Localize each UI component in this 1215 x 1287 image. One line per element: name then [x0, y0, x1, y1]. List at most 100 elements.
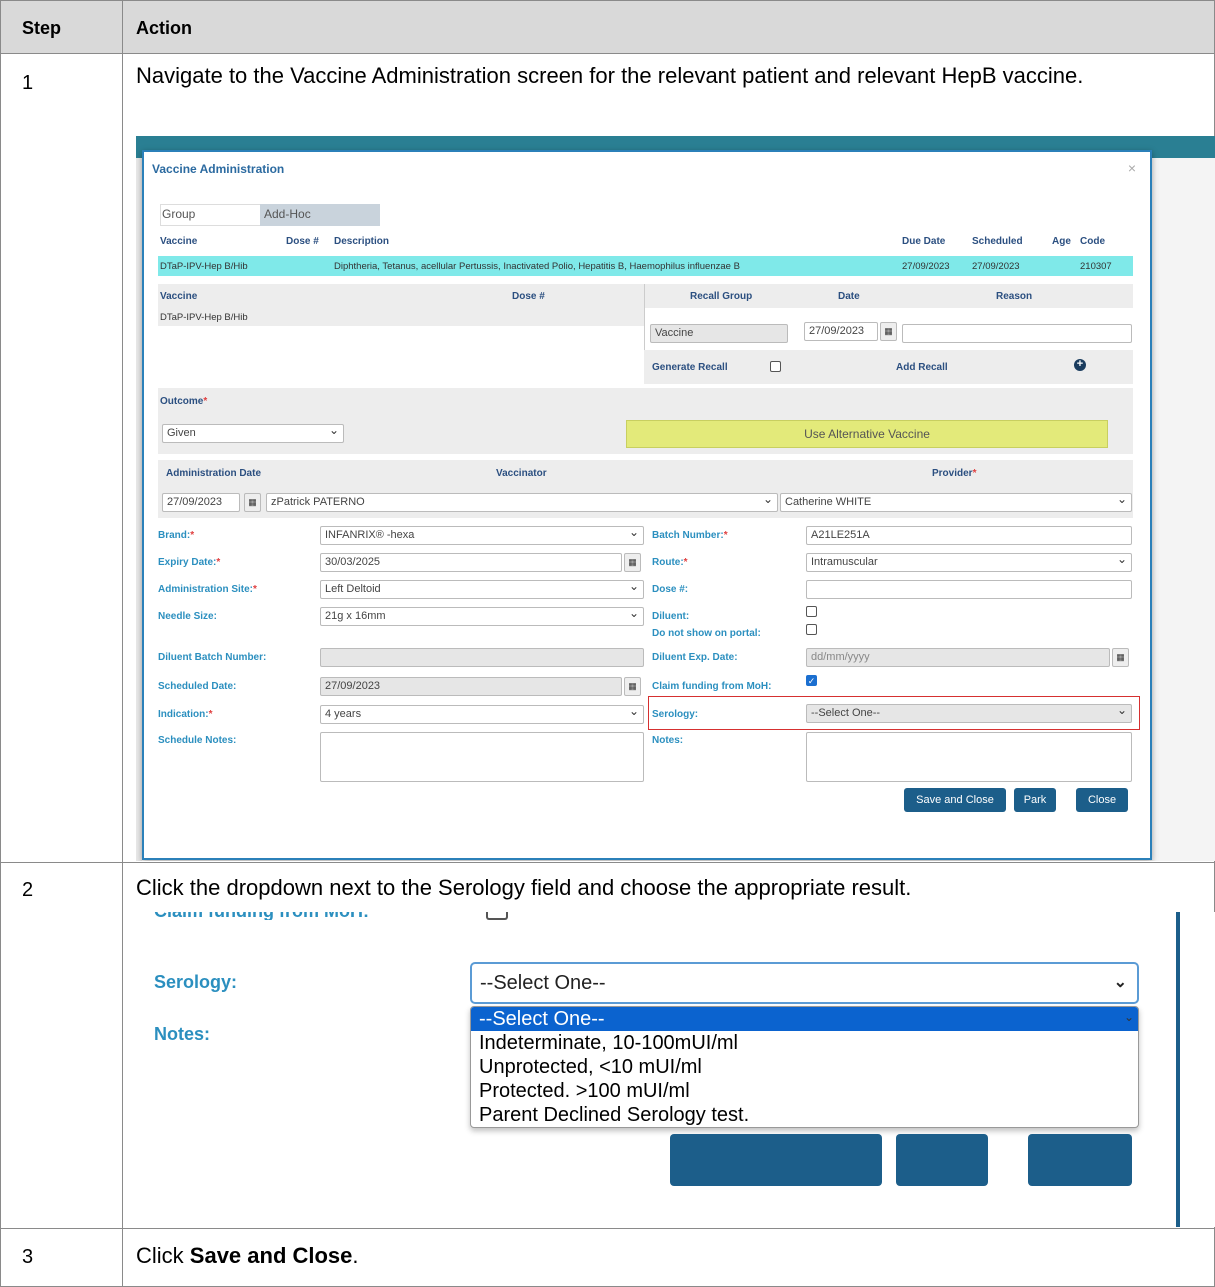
add-recall-label: Add Recall — [896, 362, 948, 373]
admin-header-bar — [158, 460, 1133, 486]
park-button[interactable]: Park — [1014, 788, 1056, 812]
action-column-header: Action — [136, 18, 192, 38]
notes-textarea[interactable] — [806, 732, 1132, 782]
option-protected[interactable]: Protected. >100 mUI/ml — [471, 1079, 1138, 1103]
serology-dropdown-list: --Select One-- Indeterminate, 10-100mUI/… — [470, 1006, 1139, 1128]
dose-label: Dose #: — [652, 584, 689, 595]
expiry-date-label: Expiry Date:* — [158, 557, 221, 568]
calendar-icon[interactable]: ▦ — [880, 322, 897, 341]
step-3-suffix: . — [352, 1243, 359, 1268]
recall-col-reason: Reason — [996, 291, 1033, 302]
serology-select-value: --Select One-- — [480, 972, 606, 994]
diluent-batch-label: Diluent Batch Number: — [158, 652, 267, 663]
generate-recall-label: Generate Recall — [652, 362, 728, 373]
step-3-text: Click Save and Close. — [136, 1242, 359, 1270]
col-dose: Dose # — [286, 236, 319, 247]
recall-col-vaccine: Vaccine — [160, 291, 198, 302]
col-due-date: Due Date — [902, 236, 946, 247]
partial-checkbox — [486, 912, 508, 920]
save-and-close-button[interactable]: Save and Close — [904, 788, 1006, 812]
recall-vaccine-name: DTaP-IPV-Hep B/Hib — [160, 312, 248, 323]
admin-date-input[interactable]: 27/09/2023 — [162, 493, 240, 512]
close-button[interactable]: Close — [1076, 788, 1128, 812]
diluent-exp-label: Diluent Exp. Date: — [652, 652, 738, 663]
scheduled-date-input[interactable]: 27/09/2023 — [320, 677, 622, 696]
serology-dropdown-screenshot: Claim funding from MoH: Serology: Notes:… — [136, 912, 1215, 1227]
portal-checkbox[interactable] — [806, 624, 817, 635]
col-code: Code — [1080, 236, 1105, 247]
step-number-3: 3 — [22, 1246, 34, 1268]
close-button[interactable] — [1028, 1134, 1132, 1186]
indication-select[interactable]: 4 years — [320, 705, 644, 724]
outcome-label: Outcome* — [160, 396, 208, 407]
park-button[interactable] — [896, 1134, 988, 1186]
admin-col-date: Administration Date — [166, 468, 262, 479]
option-indeterminate[interactable]: Indeterminate, 10-100mUI/ml — [471, 1031, 1138, 1055]
step-number-1: 1 — [22, 72, 34, 94]
tab-add-hoc[interactable]: Add-Hoc — [264, 207, 311, 221]
option-unprotected[interactable]: Unprotected, <10 mUI/ml — [471, 1055, 1138, 1079]
batch-number-label: Batch Number:* — [652, 530, 728, 541]
modal-edge — [1176, 912, 1180, 1227]
diluent-exp-input[interactable]: dd/mm/yyyy — [806, 648, 1110, 667]
save-and-close-button[interactable] — [670, 1134, 882, 1186]
outcome-select[interactable]: Given — [162, 424, 344, 443]
serology-select[interactable]: --Select One-- ⌄ — [470, 962, 1139, 1004]
serology-select[interactable]: --Select One-- — [806, 704, 1132, 723]
calendar-icon[interactable]: ▦ — [624, 677, 641, 696]
diluent-batch-input[interactable] — [320, 648, 644, 667]
needle-size-select[interactable]: 21g x 16mm — [320, 607, 644, 626]
recall-header-bar — [158, 284, 1133, 308]
generate-recall-checkbox[interactable] — [770, 361, 781, 372]
expiry-date-input[interactable]: 30/03/2025 — [320, 553, 622, 572]
administration-site-select[interactable]: Left Deltoid — [320, 580, 644, 599]
serology-label: Serology: — [154, 972, 238, 992]
step-number-2: 2 — [22, 879, 34, 901]
admin-col-vaccinator: Vaccinator — [496, 468, 547, 479]
scheduled-date-label: Scheduled Date: — [158, 681, 237, 692]
add-recall-icon[interactable]: + — [1074, 359, 1086, 371]
modal-title: Vaccine Administration — [152, 162, 285, 176]
step-3-prefix: Click — [136, 1243, 190, 1268]
brand-select[interactable]: INFANRIX® -hexa — [320, 526, 644, 545]
col-age: Age — [1052, 236, 1071, 247]
batch-number-input[interactable]: A21LE251A — [806, 526, 1132, 545]
col-scheduled: Scheduled — [972, 236, 1023, 247]
background-page — [1150, 158, 1215, 861]
notes-label: Notes: — [652, 735, 684, 746]
calendar-icon[interactable]: ▦ — [244, 493, 261, 512]
partial-claim-label: Claim funding from MoH: — [154, 912, 369, 920]
route-label: Route:* — [652, 557, 688, 568]
vaccine-row-code: 210307 — [1080, 261, 1112, 272]
tab-group[interactable]: Group — [162, 207, 195, 221]
route-select[interactable]: Intramuscular — [806, 553, 1132, 572]
step-2-text: Click the dropdown next to the Serology … — [136, 875, 912, 900]
step-3-bold-label: Save and Close — [189, 1243, 353, 1268]
recall-reason-input[interactable] — [902, 324, 1132, 343]
vaccine-row-due: 27/09/2023 — [902, 261, 950, 272]
recall-col-date: Date — [838, 291, 860, 302]
admin-col-provider: Provider* — [932, 468, 977, 479]
vaccine-administration-modal: Vaccine Administration × Group Add-Hoc V… — [142, 150, 1152, 860]
claim-funding-checkbox[interactable]: ✓ — [806, 675, 817, 686]
col-description: Description — [334, 236, 390, 247]
chevron-down-icon: ⌄ — [1113, 974, 1127, 991]
brand-label: Brand:* — [158, 530, 195, 541]
diluent-checkbox[interactable] — [806, 606, 817, 617]
schedule-notes-textarea[interactable] — [320, 732, 644, 782]
recall-group-input[interactable]: Vaccine — [650, 324, 788, 343]
step-1-text: Navigate to the Vaccine Administration s… — [136, 63, 1084, 88]
recall-col-group: Recall Group — [690, 291, 753, 302]
use-alternative-vaccine-button[interactable]: Use Alternative Vaccine — [626, 420, 1108, 448]
administration-site-label: Administration Site:* — [158, 584, 257, 595]
close-icon[interactable]: × — [1128, 160, 1136, 176]
provider-select[interactable]: Catherine WHITE — [780, 493, 1132, 512]
dose-input[interactable] — [806, 580, 1132, 599]
option-parent-declined[interactable]: Parent Declined Serology test. — [471, 1103, 1138, 1127]
option-select-one[interactable]: --Select One-- — [471, 1007, 1138, 1031]
calendar-icon[interactable]: ▦ — [1112, 648, 1129, 667]
recall-date-input[interactable]: 27/09/2023 — [804, 322, 878, 341]
vaccinator-select[interactable]: zPatrick PATERNO — [266, 493, 778, 512]
calendar-icon[interactable]: ▦ — [624, 553, 641, 572]
schedule-notes-label: Schedule Notes: — [158, 735, 237, 746]
